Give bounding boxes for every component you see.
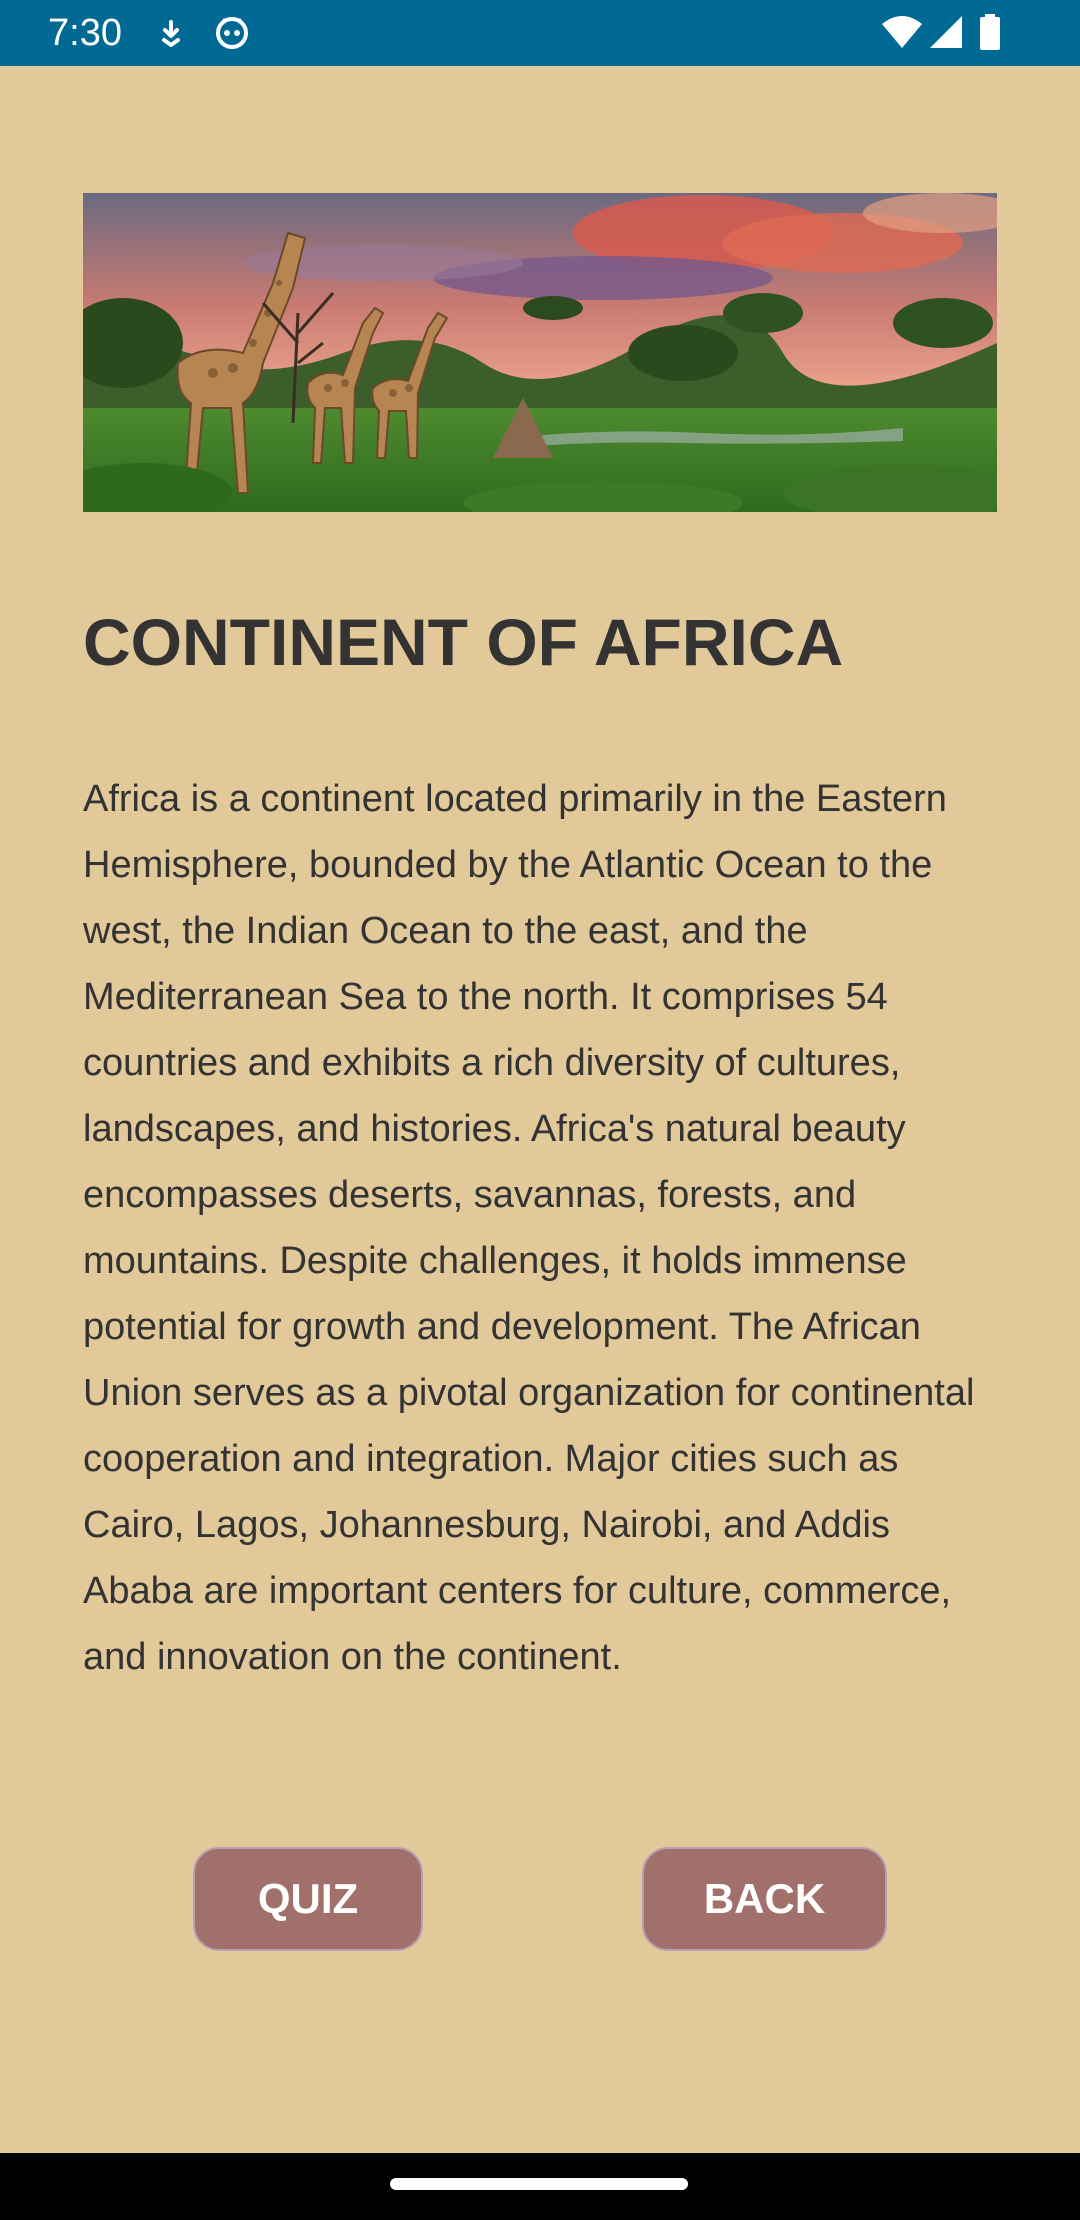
quiz-button[interactable]: QUIZ	[193, 1847, 423, 1951]
status-bar: 7:30	[0, 0, 1080, 66]
africa-description: Africa is a continent located primarily …	[83, 778, 975, 1678]
signal-icon	[928, 14, 966, 52]
download-icon	[152, 14, 190, 52]
page-title: CONTINENT OF AFRICA	[83, 605, 844, 679]
status-time: 7:30	[48, 12, 122, 54]
home-gesture-handle[interactable]	[390, 2178, 688, 2190]
battery-icon	[978, 14, 1002, 52]
wifi-icon	[880, 14, 924, 52]
africa-savanna-image	[83, 193, 997, 512]
face-icon	[213, 14, 251, 52]
back-button[interactable]: BACK	[642, 1847, 887, 1951]
screen: 7:30 CONTINENT OF AFRICA Africa is a con…	[0, 0, 1080, 2220]
